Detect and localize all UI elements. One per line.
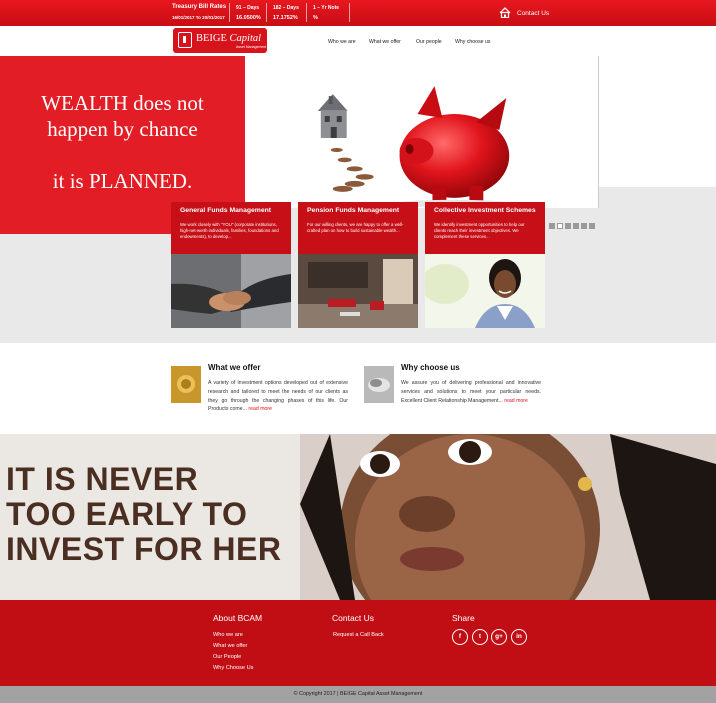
- card-general-funds[interactable]: General Funds Management We work closely…: [171, 202, 291, 328]
- footer-link-why-choose-us[interactable]: Why Choose Us: [213, 665, 253, 671]
- slider-dot[interactable]: [573, 223, 579, 229]
- nav-who-we-are[interactable]: Who we are: [328, 39, 356, 45]
- why-choose-us-text: We assure you of delivering professional…: [401, 379, 541, 405]
- banner-line-2: TOO EARLY TO: [6, 496, 248, 532]
- smiling-woman-image: [425, 254, 545, 328]
- footer-about-title: About BCAM: [213, 613, 263, 623]
- what-we-offer-body: A variety of investment options develope…: [208, 380, 348, 413]
- logo-text: BEIGE Capital: [196, 33, 261, 44]
- card-pension-funds[interactable]: Pension Funds Management For our willing…: [298, 202, 418, 328]
- card-description: We work closely with "YOU" (corporate in…: [180, 222, 279, 239]
- slider-dot[interactable]: [581, 223, 587, 229]
- nav-our-people[interactable]: Our people: [416, 39, 442, 45]
- logo-mark-icon: [178, 32, 192, 48]
- slider-dot[interactable]: [589, 223, 595, 229]
- home-icon[interactable]: [499, 7, 511, 18]
- what-we-offer-title: What we offer: [208, 363, 261, 372]
- nav-what-we-offer[interactable]: What we offer: [369, 39, 401, 45]
- card-header: Collective Investment Schemes We identif…: [425, 202, 545, 254]
- what-we-offer-text: A variety of investment options develope…: [208, 379, 348, 414]
- nav-why-choose-us[interactable]: Why choose us: [455, 39, 490, 45]
- card-description: For our willing clients, we are happy to…: [307, 222, 404, 233]
- read-more-link[interactable]: read more: [504, 398, 528, 404]
- rate-value-91: 16.0500%: [236, 15, 261, 21]
- linkedin-icon[interactable]: in: [511, 629, 527, 645]
- hero-line-1: WEALTH does not: [41, 91, 204, 115]
- slider-dot[interactable]: [565, 223, 571, 229]
- footer-link-request-call-back[interactable]: Request a Call Back: [333, 632, 384, 638]
- banner-line-1: IT IS NEVER: [6, 461, 199, 497]
- copyright: © Copyright 2017 | BEIGE Capital Asset M…: [0, 686, 716, 703]
- card-title: General Funds Management: [180, 207, 272, 214]
- footer-link-our-people[interactable]: Our People: [213, 654, 241, 660]
- logo[interactable]: BEIGE Capital Asset Management: [173, 28, 267, 53]
- footer-link-who-we-are[interactable]: Who we are: [213, 632, 243, 638]
- logo-sub: Asset Management: [236, 45, 267, 49]
- logo-name: BEIGE: [196, 33, 227, 44]
- banner-line-3: INVEST FOR HER: [6, 531, 282, 567]
- footer-share-title: Share: [452, 613, 475, 623]
- twitter-icon[interactable]: t: [472, 629, 488, 645]
- slider-dot-active[interactable]: [557, 223, 563, 229]
- what-we-offer-icon: [171, 366, 201, 403]
- card-description: We identify investment opportunities to …: [434, 222, 525, 239]
- rate-head-91: 91 – Days: [236, 5, 260, 11]
- rates-divider: [229, 3, 230, 22]
- rate-value-182: 17.1752%: [273, 15, 298, 21]
- rates-title: Treasury Bill Rates: [172, 4, 227, 10]
- rates-divider: [266, 3, 267, 22]
- rates-dates: 16/01/2017 To 20/01/2017: [172, 15, 225, 20]
- top-bar: [0, 0, 716, 26]
- footer-contact-title: Contact Us: [332, 613, 375, 623]
- banner-headline: IT IS NEVER TOO EARLY TO INVEST FOR HER: [6, 462, 281, 567]
- why-choose-us-icon: [364, 366, 394, 403]
- google-plus-icon[interactable]: g+: [491, 629, 507, 645]
- hero-line-3: it is PLANNED.: [52, 169, 193, 193]
- slider-dot[interactable]: [549, 223, 555, 229]
- why-choose-us-title: Why choose us: [401, 363, 460, 372]
- office-lounge-image: [298, 254, 418, 328]
- rate-head-1yr: 1 – Yr Note: [313, 5, 340, 11]
- handshake-image: [171, 254, 291, 328]
- card-header: General Funds Management We work closely…: [171, 202, 291, 254]
- card-collective-investment[interactable]: Collective Investment Schemes We identif…: [425, 202, 545, 328]
- card-title: Pension Funds Management: [307, 207, 400, 214]
- rates-divider: [349, 3, 350, 22]
- rate-head-182: 182 – Days: [273, 5, 299, 11]
- card-header: Pension Funds Management For our willing…: [298, 202, 418, 254]
- hero-line-2: happen by chance: [47, 117, 198, 141]
- read-more-link[interactable]: read more: [248, 406, 272, 412]
- rates-divider: [306, 3, 307, 22]
- footer-link-what-we-offer[interactable]: What we offer: [213, 643, 247, 649]
- facebook-icon[interactable]: f: [452, 629, 468, 645]
- hero-headline: WEALTH does not happen by chance: [0, 90, 245, 142]
- card-title: Collective Investment Schemes: [434, 207, 536, 214]
- rate-value-1yr: %: [313, 15, 318, 21]
- contact-us-link[interactable]: Contact Us: [517, 10, 549, 17]
- hero-piggy-bank-image: [245, 56, 599, 208]
- logo-italic: Capital: [229, 33, 262, 44]
